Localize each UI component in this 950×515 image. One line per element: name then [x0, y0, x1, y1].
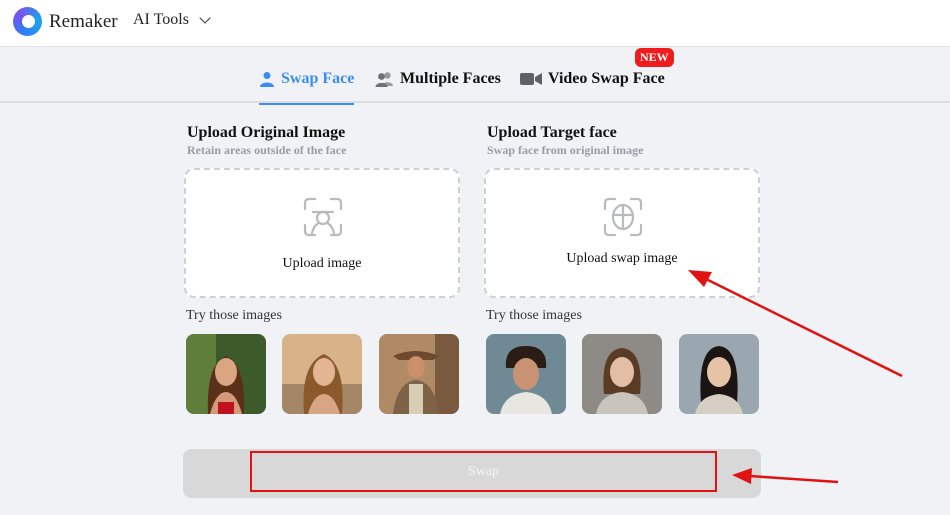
top-bar: Remaker AI Tools	[0, 0, 950, 47]
remaker-logo-icon[interactable]	[13, 7, 42, 36]
original-subtitle: Retain areas outside of the face	[187, 143, 347, 157]
active-tab-indicator	[259, 103, 354, 105]
swap-button[interactable]: Swap	[250, 451, 717, 492]
original-try-label: Try those images	[186, 308, 282, 323]
target-title: Upload Target face	[487, 124, 617, 141]
sample-man-cowboy[interactable]	[379, 334, 459, 414]
people-icon	[375, 72, 393, 87]
target-try-label: Try those images	[486, 308, 582, 323]
tab-label: Multiple Faces	[400, 70, 501, 87]
target-upload-dropzone[interactable]: Upload swap image	[484, 168, 760, 298]
tab-label: Swap Face	[281, 70, 355, 87]
tab-label: Video Swap Face	[548, 70, 665, 87]
original-upload-dropzone[interactable]: Upload image	[184, 168, 460, 298]
person-icon	[260, 72, 274, 87]
sample-woman-freckles[interactable]	[582, 334, 662, 414]
face-scan-icon	[303, 197, 343, 237]
tab-swap-face[interactable]: Swap Face	[259, 70, 354, 88]
sample-man-curly[interactable]	[486, 334, 566, 414]
tab-bar: Swap Face Multiple Faces Video Swap Face…	[0, 48, 950, 105]
brand-name[interactable]: Remaker	[49, 11, 118, 33]
sample-woman-asian[interactable]	[679, 334, 759, 414]
tab-video-swap-face[interactable]: Video Swap Face	[520, 70, 665, 88]
upload-swap-image-label: Upload swap image	[566, 251, 678, 266]
ai-tools-menu[interactable]: AI Tools	[133, 11, 211, 29]
sample-woman-forest[interactable]	[186, 334, 266, 414]
ai-tools-label: AI Tools	[133, 11, 189, 28]
original-title: Upload Original Image	[187, 124, 346, 141]
upload-image-label: Upload image	[282, 256, 362, 271]
target-subtitle: Swap face from original image	[487, 143, 644, 157]
new-badge: NEW	[635, 48, 674, 67]
chevron-down-icon	[199, 11, 211, 24]
video-camera-icon	[520, 73, 542, 85]
face-scan-icon	[603, 197, 643, 237]
sample-woman-sunset[interactable]	[282, 334, 362, 414]
tab-multiple-faces[interactable]: Multiple Faces	[375, 70, 501, 88]
